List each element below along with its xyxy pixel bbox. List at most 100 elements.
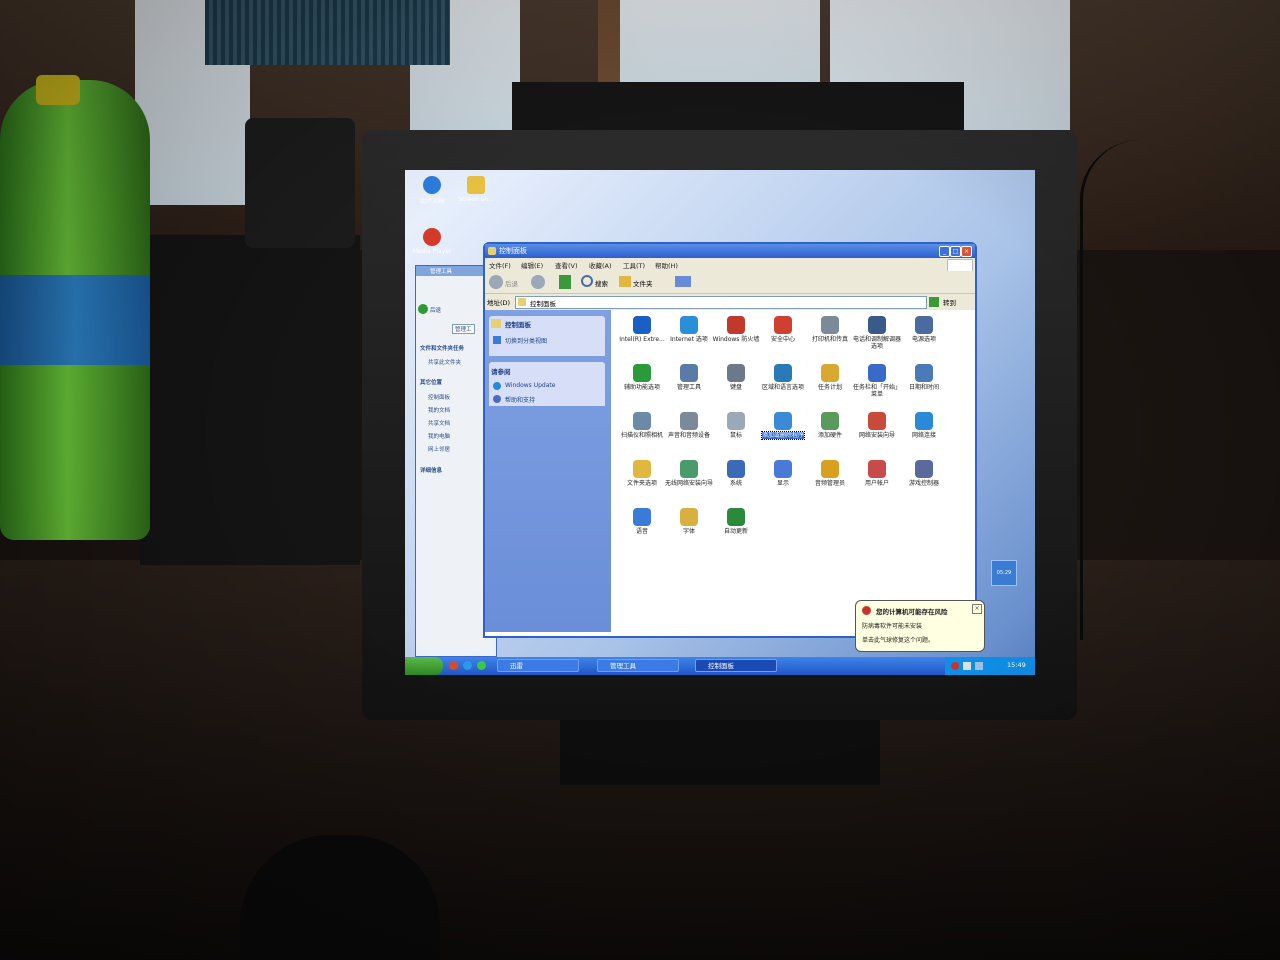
back-arrow-icon[interactable] — [418, 304, 428, 314]
forward-arrow-icon[interactable] — [531, 275, 545, 289]
quick-launch-icon[interactable] — [463, 661, 472, 670]
back-button[interactable]: 后退 — [430, 306, 441, 314]
folders-icon[interactable] — [619, 276, 631, 287]
section-head[interactable]: 控制面板 — [505, 319, 531, 329]
control-panel-item[interactable]: 音频管理员 — [805, 460, 855, 487]
control-panel-item-icon — [915, 316, 933, 334]
control-panel-item[interactable]: 语音 — [617, 508, 667, 535]
control-panel-item[interactable]: 网络连接 — [899, 412, 949, 439]
section-head[interactable]: 详细信息 — [420, 466, 442, 474]
switch-to-category-view-link[interactable]: 切换到分类视图 — [505, 336, 547, 345]
control-panel-item[interactable]: Internet 选项 — [664, 316, 714, 343]
control-panel-item[interactable]: 安全中心 — [758, 316, 808, 343]
place-link[interactable]: 控制面板 — [428, 393, 450, 401]
control-panel-item-label: 打印机和传真 — [811, 336, 848, 343]
control-panel-item[interactable]: 区域和语言选项 — [758, 364, 808, 391]
views-icon[interactable] — [675, 276, 691, 287]
control-panel-item[interactable]: 管理工具 — [664, 364, 714, 391]
address-input[interactable]: 控制面板 — [515, 296, 927, 309]
menu-edit[interactable]: 编辑(E) — [521, 260, 543, 270]
menu-tools[interactable]: 工具(T) — [623, 260, 645, 270]
folders-button[interactable]: 文件夹 — [633, 278, 653, 288]
control-panel-item[interactable]: 用户帐户 — [852, 460, 902, 487]
control-panel-item[interactable]: Windows 防火墙 — [711, 316, 761, 343]
balloon-text: 防病毒软件可能未安装 — [862, 623, 923, 630]
task-link[interactable]: 共享此文件夹 — [428, 358, 461, 366]
control-panel-item-label: 显示 — [776, 480, 789, 487]
taskbar-button-active[interactable]: 控制面板 — [695, 659, 777, 672]
window-title: 管理工具 — [430, 269, 453, 275]
control-panel-item-label: 辅助功能选项 — [623, 384, 660, 391]
place-link[interactable]: 网上邻居 — [428, 445, 450, 453]
windows-update-link[interactable]: Windows Update — [505, 382, 555, 389]
control-panel-item-label: 任务栏和「开始」菜单 — [852, 384, 901, 399]
control-panel-item-label: 语音 — [635, 528, 648, 535]
place-link[interactable]: 共享文档 — [428, 419, 450, 427]
go-button[interactable]: 转到 — [943, 297, 956, 307]
control-panel-item[interactable]: 打印机和传真 — [805, 316, 855, 343]
taskbar-button[interactable]: 管理工具 — [597, 659, 679, 672]
control-panel-item[interactable]: 文件夹选项 — [617, 460, 667, 487]
close-button[interactable]: × — [961, 246, 972, 257]
desktop-icon[interactable]: Screen Sh... — [441, 176, 511, 203]
network-icon[interactable] — [963, 662, 971, 670]
security-balloon[interactable]: 您的计算机可能存在风险 × 防病毒软件可能未安装 单击此气球修复这个问题。 — [855, 600, 985, 652]
control-panel-item[interactable]: 系统 — [711, 460, 761, 487]
menu-help[interactable]: 帮助(H) — [655, 260, 678, 270]
control-panel-item[interactable]: 电源选项 — [899, 316, 949, 343]
control-panel-item[interactable]: 网络安装向导 — [852, 412, 902, 439]
control-panel-item[interactable]: 显示 — [758, 460, 808, 487]
control-panel-item[interactable]: 添加硬件 — [805, 412, 855, 439]
control-panel-item[interactable]: 日期和时间 — [899, 364, 949, 391]
place-link[interactable]: 我的文档 — [428, 406, 450, 414]
clock[interactable]: 15:49 — [1007, 661, 1026, 669]
security-alert-icon[interactable] — [951, 662, 959, 670]
address-box[interactable]: 管理工 — [452, 324, 475, 334]
desktop-icon[interactable]: Media Player — [405, 228, 467, 255]
search-button[interactable]: 搜索 — [595, 278, 608, 288]
control-panel-item[interactable]: 鼠标 — [711, 412, 761, 439]
up-folder-icon[interactable] — [559, 275, 571, 289]
start-button[interactable] — [405, 657, 443, 675]
quick-launch-icon[interactable] — [449, 661, 458, 670]
close-button[interactable]: × — [972, 604, 982, 614]
volume-icon[interactable] — [975, 662, 983, 670]
search-icon[interactable] — [581, 275, 593, 287]
control-panel-item[interactable]: 电话和调制解调器选项 — [852, 316, 902, 350]
control-panel-item[interactable]: 无线网络安装向导 — [664, 460, 714, 487]
control-panel-icon — [491, 319, 501, 328]
control-panel-item[interactable]: 声音和音频设备 — [664, 412, 714, 439]
menu-view[interactable]: 查看(V) — [555, 260, 578, 270]
section-head[interactable]: 请参阅 — [491, 366, 511, 376]
clock-gadget[interactable]: 05:29 — [991, 560, 1017, 586]
control-panel-item[interactable]: 扫描仪和照相机 — [617, 412, 667, 439]
control-panel-item[interactable]: 任务栏和「开始」菜单 — [852, 364, 902, 398]
toolbar: 后退 搜索 文件夹 — [485, 271, 975, 294]
control-panel-item[interactable]: 任务计划 — [805, 364, 855, 391]
maximize-button[interactable]: □ — [950, 246, 961, 257]
help-and-support-link[interactable]: 帮助和支持 — [505, 395, 535, 404]
back-button[interactable]: 后退 — [505, 278, 518, 288]
control-panel-item[interactable]: 添加或删除程序 — [758, 412, 808, 440]
quick-launch-icon[interactable] — [477, 661, 486, 670]
wire-basket — [205, 0, 450, 65]
place-link[interactable]: 我的电脑 — [428, 432, 450, 440]
control-panel-item[interactable]: 游戏控制器 — [899, 460, 949, 487]
menu-favorites[interactable]: 收藏(A) — [589, 260, 612, 270]
back-arrow-icon[interactable] — [489, 275, 503, 289]
balloon-action-text[interactable]: 单击此气球修复这个问题。 — [862, 635, 934, 644]
go-arrow-icon[interactable] — [929, 297, 939, 307]
control-panel-item[interactable]: 字体 — [664, 508, 714, 535]
control-panel-item-icon — [868, 316, 886, 334]
control-panel-item-icon — [821, 316, 839, 334]
minimize-button[interactable]: _ — [939, 246, 950, 257]
speaker — [140, 235, 360, 565]
control-panel-item[interactable]: Intel(R) Extre... — [617, 316, 667, 343]
window-titlebar[interactable] — [485, 244, 975, 258]
taskbar-button[interactable]: 迅雷 — [497, 659, 579, 672]
control-panel-window[interactable]: 控制面板 _ □ × 文件(F) 编辑(E) 查看(V) 收藏(A) 工具(T)… — [483, 242, 977, 638]
control-panel-item[interactable]: 自动更新 — [711, 508, 761, 535]
menu-file[interactable]: 文件(F) — [489, 260, 511, 270]
control-panel-item[interactable]: 辅助功能选项 — [617, 364, 667, 391]
control-panel-item[interactable]: 键盘 — [711, 364, 761, 391]
